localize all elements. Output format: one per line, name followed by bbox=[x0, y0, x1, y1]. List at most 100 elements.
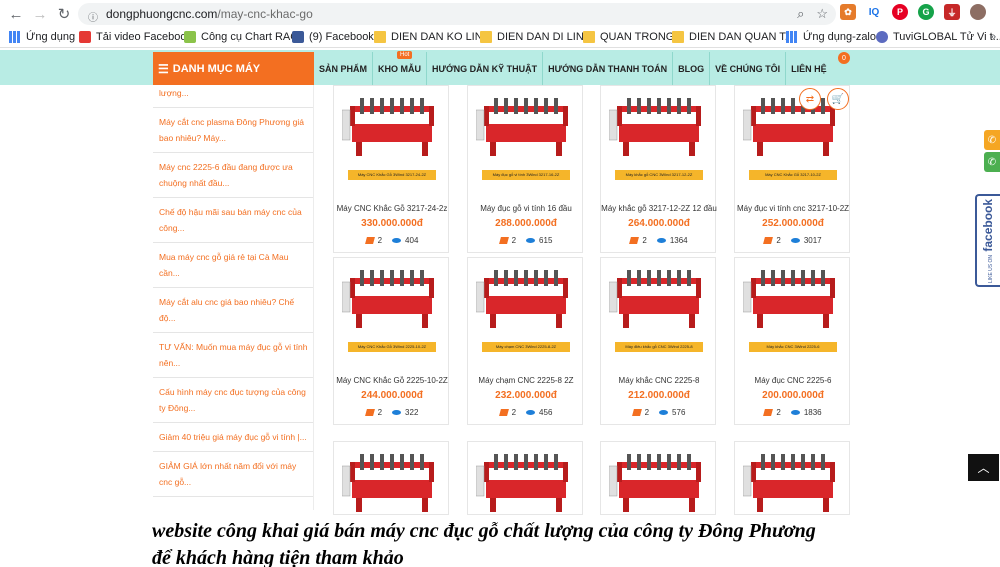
likes-value: 2 bbox=[377, 236, 383, 245]
menu-item-huong-dan-thanh-toan[interactable]: HƯỚNG DẪN THANH TOÁN bbox=[543, 52, 674, 85]
menu-item-huong-dan-ky-thuat[interactable]: HƯỚNG DẪN KỸ THUẬT bbox=[427, 52, 544, 85]
sidebar-post-link[interactable]: Mua máy cnc gỗ giá rẻ tại Cà Mau cần... bbox=[153, 243, 313, 288]
bookmarks-bar: Ứng dụng Tải video Facebook Công cụ Char… bbox=[0, 28, 1000, 48]
likes-count: 2 bbox=[629, 236, 647, 245]
bookmark-item[interactable]: Công cụ Chart RACI bbox=[184, 31, 301, 43]
search-icon[interactable]: ⌕ bbox=[797, 6, 804, 22]
menu-item-ve-chung-toi[interactable]: VỀ CHÚNG TÔI bbox=[710, 52, 787, 85]
tag-icon bbox=[364, 409, 375, 417]
sidebar-post-link[interactable]: Cấu hình máy cnc đục tượng của công ty Đ… bbox=[153, 378, 313, 423]
menu-item-kho-mau[interactable]: KHO MẪU Hot bbox=[373, 51, 428, 85]
category-menu-button[interactable]: ☰ DANH MỤC MÁY bbox=[153, 52, 314, 85]
bookmark-folder[interactable]: DIEN DAN QUAN T... bbox=[672, 31, 794, 43]
extension-iq-icon[interactable]: IQ bbox=[866, 4, 882, 20]
product-name[interactable]: Máy đục vi tính cnc 3217-10-2Z bbox=[735, 204, 851, 213]
sidebar-post-link[interactable]: Máy cnc 2225-6 đầu đang được ưa chuộng n… bbox=[153, 153, 313, 198]
extension-gear-icon[interactable]: ✿ bbox=[840, 4, 856, 20]
product-image-caption: Máy chạm CNC 3Wind 2225-8-2Z bbox=[482, 342, 570, 352]
back-arrow-icon[interactable]: ← bbox=[6, 4, 26, 24]
bookmark-item[interactable]: TuviGLOBAL Tử Vi t... bbox=[876, 31, 1000, 43]
product-image[interactable] bbox=[742, 444, 843, 514]
product-card[interactable]: Máy CNC Khắc Gỗ 3Wind 2225-10-2Z Máy CNC… bbox=[333, 257, 449, 425]
product-image[interactable] bbox=[608, 444, 709, 514]
product-card[interactable]: Máy điêu khắc gỗ CNC 3Wind 2225-8 Máy kh… bbox=[600, 257, 716, 425]
cnc-machine-illustration bbox=[742, 444, 843, 514]
sidebar-post-link[interactable]: TƯ VẤN: Muốn mua máy đục gỗ vi tính nên.… bbox=[153, 333, 313, 378]
product-card[interactable]: Máy khắc CNC 3Wind 2225-6 Máy đục CNC 22… bbox=[734, 257, 850, 425]
star-icon[interactable]: ☆ bbox=[816, 6, 828, 22]
sidebar-post-link[interactable]: Máy cắt cnc plasma Đông Phương giá bao n… bbox=[153, 108, 313, 153]
product-image[interactable] bbox=[475, 444, 576, 514]
forward-arrow-icon[interactable]: → bbox=[30, 4, 50, 24]
product-image[interactable]: Máy CNC Khắc Gỗ 3Wind 3217-24-2Z bbox=[341, 88, 442, 180]
sidebar-post-link[interactable]: GIẢM GIÁ lớn nhất năm đổi với máy cnc gỗ… bbox=[153, 452, 313, 497]
product-image[interactable]: Máy khắc CNC 3Wind 2225-6 bbox=[742, 260, 843, 352]
product-name[interactable]: Máy đục CNC 2225-6 bbox=[735, 376, 851, 385]
category-menu-label: DANH MỤC MÁY bbox=[172, 62, 261, 75]
bookmark-item[interactable]: Ứng dụng bbox=[9, 31, 75, 43]
pdf-icon[interactable]: ⏚ bbox=[944, 4, 960, 20]
product-card[interactable]: Máy đục gỗ vi tính 3Wind 3217-16-2Z Máy … bbox=[467, 85, 583, 253]
bookmark-label: TuviGLOBAL Tử Vi t... bbox=[893, 31, 1000, 43]
product-price: 288.000.000đ bbox=[495, 218, 557, 229]
product-image[interactable]: Máy điêu khắc gỗ CNC 3Wind 2225-8 bbox=[608, 260, 709, 352]
product-card[interactable] bbox=[333, 441, 449, 515]
bookmark-folder[interactable]: DIEN DAN KO LINK bbox=[374, 31, 490, 43]
pinterest-icon[interactable]: P bbox=[892, 4, 908, 20]
product-name[interactable]: Máy CNC Khắc Gỗ 3217-24-2z bbox=[334, 204, 450, 213]
product-card[interactable] bbox=[600, 441, 716, 515]
scroll-to-top-button[interactable]: ︿ bbox=[968, 454, 999, 481]
reload-icon[interactable]: ↻ bbox=[54, 4, 74, 24]
likes-count: 2 bbox=[364, 236, 383, 245]
phone-call-button[interactable]: ✆ bbox=[984, 130, 1000, 150]
views-value: 404 bbox=[405, 236, 419, 245]
product-card[interactable]: Máy khắc gỗ CNC 3Wind 3217-12-2Z Máy khắ… bbox=[600, 85, 717, 253]
cnc-machine-illustration bbox=[608, 444, 709, 514]
sidebar-post-link[interactable]: Máy cắt alu cnc giá bao nhiêu? Chế độ... bbox=[153, 288, 313, 333]
views-count: 404 bbox=[392, 236, 418, 245]
sidebar-post-link[interactable]: Chế độ hậu mãi sau bán máy cnc của công.… bbox=[153, 198, 313, 243]
product-image[interactable]: Máy đục gỗ vi tính 3Wind 3217-16-2Z bbox=[475, 88, 576, 180]
menu-item-lien-he[interactable]: LIÊN HỆ bbox=[786, 52, 832, 85]
product-card[interactable]: Máy chạm CNC 3Wind 2225-8-2Z Máy chạm CN… bbox=[467, 257, 583, 425]
menu-item-blog[interactable]: BLOG bbox=[673, 52, 711, 85]
add-to-cart-button[interactable]: 🛒 bbox=[827, 88, 849, 110]
product-name[interactable]: Máy chạm CNC 2225-8 2Z bbox=[468, 376, 584, 385]
product-image[interactable]: Máy chạm CNC 3Wind 2225-8-2Z bbox=[475, 260, 576, 352]
info-icon[interactable]: ⓘ bbox=[88, 9, 98, 24]
menu-dots-icon[interactable]: ⋮ bbox=[996, 4, 1000, 20]
sidebar-post-link[interactable]: Giảm 40 triệu giá máy đục gỗ vi tính |..… bbox=[153, 423, 313, 452]
product-image[interactable]: Máy khắc gỗ CNC 3Wind 3217-12-2Z bbox=[608, 88, 709, 180]
phone-call-button[interactable]: ✆ bbox=[984, 152, 1000, 172]
likes-count: 2 bbox=[763, 236, 781, 245]
grammarly-icon[interactable]: G bbox=[918, 4, 934, 20]
product-card[interactable] bbox=[467, 441, 583, 515]
bookmark-item[interactable]: Tải video Facebook bbox=[79, 31, 192, 43]
bookmark-item[interactable]: (9) Facebook bbox=[292, 31, 374, 43]
menu-item-san-pham[interactable]: SẢN PHẨM bbox=[314, 52, 374, 85]
product-card[interactable] bbox=[734, 441, 850, 515]
compare-button[interactable]: ⇄ bbox=[799, 88, 821, 110]
facebook-like-widget[interactable]: LIKE US ON facebook bbox=[975, 194, 1000, 287]
compare-icon: ⇄ bbox=[805, 93, 815, 105]
tag-icon bbox=[763, 409, 774, 417]
address-bar[interactable]: ⓘ dongphuongcnc.com/may-cnc-khac-go ⌕ ☆ bbox=[78, 3, 836, 25]
bookmark-folder[interactable]: QUAN TRONG bbox=[583, 31, 674, 43]
product-image[interactable]: Máy CNC Khắc Gỗ 3Wind 2225-10-2Z bbox=[341, 260, 442, 352]
product-name[interactable]: Máy CNC Khắc Gỗ 2225-10-2Z bbox=[334, 376, 450, 385]
sidebar-post-link[interactable]: lượng... bbox=[153, 85, 313, 108]
product-card[interactable]: Máy CNC Khắc Gỗ 3Wind 3217-24-2Z Máy CNC… bbox=[333, 85, 449, 253]
views-count: 576 bbox=[659, 408, 685, 417]
product-price: 232.000.000đ bbox=[495, 390, 557, 401]
avatar[interactable] bbox=[970, 4, 986, 20]
bookmark-label: Công cụ Chart RACI bbox=[201, 31, 302, 43]
product-name[interactable]: Máy khắc gỗ 3217-12-2Z 12 đầu bbox=[601, 204, 717, 213]
product-card[interactable]: Máy CNC Khắc Gỗ 3217-10-2Z ⇄ 🛒 Máy đục v… bbox=[734, 85, 850, 253]
product-name[interactable]: Máy khắc CNC 2225-8 bbox=[601, 376, 717, 385]
likes-count: 2 bbox=[631, 408, 649, 417]
bookmark-item[interactable]: Ứng dụng-zalo bbox=[786, 31, 876, 43]
bookmark-folder[interactable]: DIEN DAN DI LINK bbox=[480, 31, 591, 43]
product-image[interactable] bbox=[341, 444, 442, 514]
more-bookmarks-icon[interactable]: » bbox=[990, 31, 996, 43]
product-name[interactable]: Máy đục gỗ vi tính 16 đầu bbox=[468, 204, 584, 213]
